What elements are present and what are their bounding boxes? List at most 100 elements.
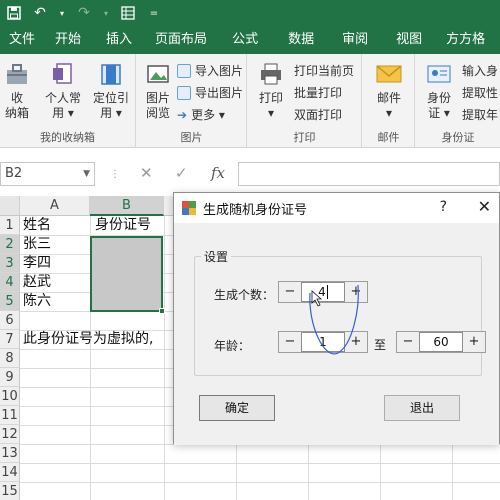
locate-reference-button[interactable]: 定位引 用 ▾ [89, 60, 133, 121]
cell-a5[interactable]: 陈六 [21, 292, 51, 311]
row-header-5[interactable]: 5 [0, 292, 20, 311]
cell-a3[interactable]: 李四 [21, 254, 51, 273]
formula-bar: B2 ▼ ⋮ ✕ ✓ fx [0, 160, 500, 188]
picture-view-label: 图片 阅览 [145, 91, 170, 120]
tab-data[interactable]: 数据 [274, 26, 328, 54]
input-idcard-button[interactable]: 输入身 [462, 62, 498, 80]
group-label-mail: 邮件 [377, 131, 400, 144]
formula-input[interactable] [238, 162, 500, 186]
to-label: 至 [374, 338, 387, 352]
undo-dropdown-icon[interactable]: ▾ [58, 5, 66, 21]
row-header-15[interactable]: 15 [0, 482, 20, 500]
exit-button[interactable]: 退出 [384, 395, 460, 421]
cell-a7[interactable]: 此身份证号为虚拟的, [21, 330, 153, 349]
tab-fangfangge[interactable]: 方方格 [436, 26, 495, 54]
export-picture-button[interactable]: 导出图片 [177, 84, 243, 102]
row-header-14[interactable]: 14 [0, 463, 20, 482]
age-max-input[interactable]: 60 [419, 332, 463, 352]
undo-icon[interactable]: ↶ [32, 5, 48, 21]
toolbox-icon [2, 60, 32, 88]
table-icon[interactable] [120, 5, 136, 21]
row-header-8[interactable]: 8 [0, 349, 20, 368]
idcard-button[interactable]: 身份 证 ▾ [422, 60, 456, 121]
row-header-9[interactable]: 9 [0, 368, 20, 387]
cell-a2[interactable]: 张三 [21, 235, 51, 254]
row-header-11[interactable]: 11 [0, 406, 20, 425]
count-decrement-button[interactable]: − [279, 282, 301, 302]
help-icon[interactable]: ? [440, 199, 447, 215]
formula-bar-divider-icon: ⋮ [110, 169, 120, 180]
cancel-formula-icon[interactable]: ✕ [140, 164, 153, 182]
print-button[interactable]: 打印 ▾ [254, 60, 288, 121]
picture-view-icon [143, 60, 173, 88]
tab-view[interactable]: 视图 [382, 26, 436, 54]
export-picture-icon [177, 86, 191, 100]
age-label: 年龄： [214, 339, 251, 353]
age-max-increment-button[interactable]: + [463, 332, 485, 352]
ok-button[interactable]: 确定 [199, 395, 275, 421]
redo-icon[interactable]: ↷ [76, 5, 92, 21]
save-icon[interactable] [6, 5, 22, 21]
tab-insert[interactable]: 插入 [92, 26, 146, 54]
age-min-decrement-button[interactable]: − [279, 332, 301, 352]
cell-b1[interactable]: 身份证号 [93, 216, 151, 235]
row-header-7[interactable]: 7 [0, 330, 20, 349]
row-header-4[interactable]: 4 [0, 273, 20, 292]
cell-a1[interactable]: 姓名 [21, 216, 51, 235]
row-header-10[interactable]: 10 [0, 387, 20, 406]
confirm-formula-icon[interactable]: ✓ [175, 164, 188, 182]
group-my-box: 收 纳箱 个人常 用 ▾ 定位引 用 ▾ 我的收纳箱 [0, 54, 136, 148]
personal-common-button[interactable]: 个人常 用 ▾ [40, 60, 86, 121]
column-header-b[interactable]: B [90, 196, 164, 216]
tab-file[interactable]: 文件 [0, 26, 44, 54]
tab-page-layout[interactable]: 页面布局 [146, 26, 216, 54]
row-header-12[interactable]: 12 [0, 425, 20, 444]
group-mail: 邮件 ▾ 邮件 [363, 54, 415, 148]
mail-label: 邮件 ▾ [376, 91, 401, 120]
tab-review[interactable]: 审阅 [328, 26, 382, 54]
close-icon[interactable]: ✕ [478, 197, 491, 216]
selected-range-b2-b5[interactable] [90, 236, 163, 312]
mail-button[interactable]: 邮件 ▾ [371, 60, 407, 121]
print-current-page-button[interactable]: 打印当前页 [294, 62, 354, 80]
group-label-print: 打印 [293, 131, 316, 144]
printer-icon [256, 60, 286, 88]
idcard-label: 身份 证 ▾ [426, 91, 451, 120]
insert-function-icon[interactable]: fx [211, 164, 225, 182]
picture-view-button[interactable]: 图片 阅览 [143, 60, 173, 121]
row-header-2[interactable]: 2 [0, 235, 20, 254]
mouse-cursor-trail-icon [309, 284, 359, 355]
group-picture: 图片 阅览 导入图片 导出图片 ➔ 更多 ▾ 图片 [137, 54, 247, 148]
cell-a4[interactable]: 赵武 [21, 273, 51, 292]
tab-home[interactable]: 开始 [44, 26, 92, 54]
generate-id-dialog: 生成随机身份证号 ? ✕ 设置 生成个数： − 4 + 年龄： − 1 + 至 … [173, 192, 500, 445]
more-picture-button[interactable]: ➔ 更多 ▾ [177, 106, 225, 124]
row-header-1[interactable]: 1 [0, 216, 20, 235]
batch-print-button[interactable]: 批量打印 [294, 84, 342, 102]
row-header-6[interactable]: 6 [0, 311, 20, 330]
ribbon-panel: 收 纳箱 个人常 用 ▾ 定位引 用 ▾ 我的收纳箱 图片 阅览 导入图片 导出… [0, 54, 500, 148]
column-header-a[interactable]: A [20, 196, 90, 216]
tab-formulas[interactable]: 公式 [216, 26, 274, 54]
group-label-my-box: 我的收纳箱 [40, 131, 95, 144]
select-all-corner[interactable] [0, 196, 20, 216]
row-header-3[interactable]: 3 [0, 254, 20, 273]
chevron-down-icon[interactable]: ▼ [83, 163, 90, 185]
more-arrow-icon: ➔ [177, 108, 188, 122]
extract-age-button[interactable]: 提取年 [462, 106, 498, 124]
storage-box-label: 收 纳箱 [4, 91, 29, 120]
name-box-value: B2 [5, 166, 23, 181]
duplex-print-button[interactable]: 双面打印 [294, 106, 342, 124]
name-box[interactable]: B2 ▼ [0, 162, 95, 186]
extract-gender-button[interactable]: 提取性 [462, 84, 498, 102]
customize-quick-access-icon[interactable]: = [146, 5, 162, 21]
row-header-13[interactable]: 13 [0, 444, 20, 463]
age-max-decrement-button[interactable]: − [397, 332, 419, 352]
redo-dropdown-icon[interactable]: ▾ [102, 5, 110, 21]
locate-reference-icon [96, 60, 126, 88]
fill-handle[interactable] [159, 308, 165, 314]
group-label-idcard: 身份证 [441, 131, 475, 144]
import-picture-button[interactable]: 导入图片 [177, 62, 243, 80]
storage-box-button[interactable]: 收 纳箱 [2, 60, 32, 121]
dialog-title-bar: 生成随机身份证号 [174, 193, 499, 223]
